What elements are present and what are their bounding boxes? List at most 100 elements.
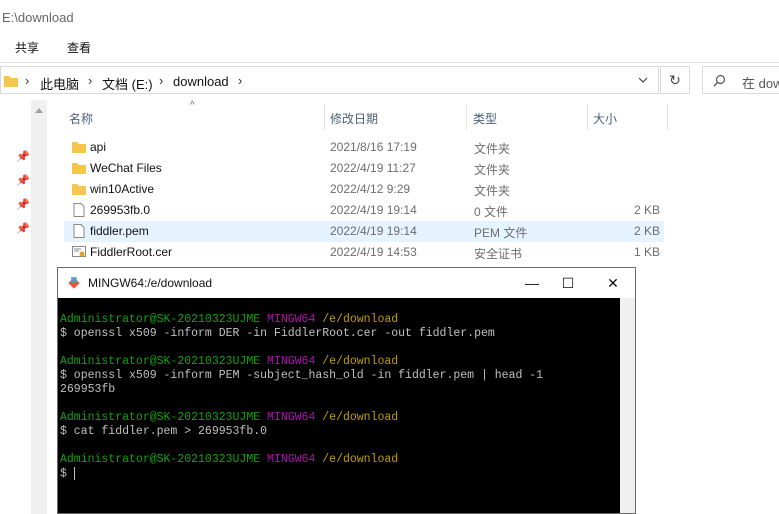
refresh-icon: ↻ [669,72,681,88]
maximize-button[interactable]: ☐ [550,272,586,294]
text-cursor [73,467,75,480]
command-prompt: $ [60,467,74,481]
file-icon [73,224,85,238]
prompt-env: MINGW64 [267,411,316,424]
prompt-env: MINGW64 [267,453,316,466]
command-line: $ cat fiddler.pem > 269953fb.0 [60,425,268,438]
file-date: 2022/4/19 14:53 [330,245,417,259]
pin-icon[interactable]: 📌 [16,150,30,163]
command-line: $ openssl x509 -inform DER -in FiddlerRo… [60,327,495,340]
prompt-user: Administrator@SK-20210323UJME [60,453,261,466]
file-date: 2021/8/16 17:19 [330,140,417,154]
chevron-right-icon: › [238,73,243,88]
terminal-title-bar[interactable]: MINGW64:/e/download — ☐ ✕ [58,268,635,298]
file-date: 2022/4/19 19:14 [330,224,417,238]
certificate-icon [72,246,86,257]
prompt-user: Administrator@SK-20210323UJME [60,313,261,326]
breadcrumb-download[interactable]: download [173,74,229,89]
prompt-path: /e/download [322,411,399,424]
terminal-title: MINGW64:/e/download [88,276,213,290]
file-name: FiddlerRoot.cer [90,245,173,259]
git-bash-icon [68,277,80,289]
file-name: 269953fb.0 [90,203,151,217]
column-header: ^ 名称 修改日期 类型 大小 [60,100,670,130]
file-type: PEM 文件 [474,226,528,240]
prompt-path: /e/download [322,453,399,466]
file-type: 0 文件 [474,205,509,219]
breadcrumb-this-pc[interactable]: 此电脑 [40,74,79,93]
file-type: 文件夹 [474,163,511,177]
column-date[interactable]: 修改日期 [330,110,378,127]
search-input[interactable]: 在 dow [702,66,779,94]
file-type: 文件夹 [474,184,511,198]
file-name: api [90,140,107,154]
folder-icon [4,76,18,87]
prompt-line: Administrator@SK-20210323UJME MINGW64 /e… [60,453,398,466]
ribbon: 共享 查看 [0,34,779,63]
file-date: 2022/4/19 19:14 [330,203,417,217]
search-icon [713,74,726,87]
file-row[interactable]: api 2021/8/16 17:19 文件夹 [64,137,664,158]
column-divider[interactable] [587,104,588,130]
file-date: 2022/4/12 9:29 [330,182,411,196]
prompt-user: Administrator@SK-20210323UJME [60,411,261,424]
folder-icon [72,142,86,153]
ribbon-tab-share[interactable]: 共享 [15,39,39,56]
column-type[interactable]: 类型 [473,110,497,127]
column-divider[interactable] [667,104,668,130]
minimize-button[interactable]: — [514,272,550,294]
pin-icon[interactable]: 📌 [16,222,30,235]
folder-icon [72,184,86,195]
column-name[interactable]: 名称 [69,110,93,127]
command-output: 269953fb [60,383,116,396]
close-button[interactable]: ✕ [595,272,631,294]
file-name: WeChat Files [90,161,162,175]
file-size: 1 KB [633,245,660,259]
file-row[interactable]: FiddlerRoot.cer 2022/4/19 14:53 安全证书 1 K… [64,242,664,263]
file-size: 2 KB [633,203,660,217]
prompt-path: /e/download [322,313,399,326]
column-divider[interactable] [324,104,325,130]
terminal-scrollbar[interactable] [620,298,635,513]
column-size[interactable]: 大小 [593,110,617,127]
prompt-line: Administrator@SK-20210323UJME MINGW64 /e… [60,313,398,326]
pin-icon[interactable]: 📌 [16,174,30,187]
chevron-right-icon: › [25,73,30,88]
command-line[interactable]: $ [60,467,75,481]
scroll-up-icon[interactable] [35,108,43,113]
file-row[interactable]: 269953fb.0 2022/4/19 19:14 0 文件 2 KB [64,200,664,221]
file-row[interactable]: win10Active 2022/4/12 9:29 文件夹 [64,179,664,200]
sort-ascending-icon: ^ [190,100,195,111]
folder-icon [72,163,86,174]
window-title: E:\download [2,10,74,25]
file-row[interactable]: WeChat Files 2022/4/19 11:27 文件夹 [64,158,664,179]
explorer-title-bar: E:\download [0,0,779,34]
ribbon-tab-view[interactable]: 查看 [67,39,91,56]
file-name: fiddler.pem [90,224,149,238]
prompt-line: Administrator@SK-20210323UJME MINGW64 /e… [60,411,398,424]
command-line: $ openssl x509 -inform PEM -subject_hash… [60,369,544,382]
chevron-right-icon: › [159,73,164,88]
terminal-window[interactable]: MINGW64:/e/download — ☐ ✕ Administrator@… [57,267,636,514]
chevron-right-icon: › [88,73,93,88]
breadcrumb-drive-e[interactable]: 文档 (E:) [102,74,153,93]
file-date: 2022/4/19 11:27 [330,161,416,175]
pin-icon[interactable]: 📌 [16,198,30,211]
file-type: 安全证书 [474,247,523,261]
prompt-user: Administrator@SK-20210323UJME [60,355,261,368]
chevron-down-icon[interactable] [638,77,648,84]
column-divider[interactable] [466,104,467,130]
refresh-button[interactable]: ↻ [660,66,690,94]
address-bar[interactable]: › 此电脑 › 文档 (E:) › download › [0,66,659,94]
navigation-scrollbar[interactable] [31,100,47,514]
search-placeholder: 在 dow [742,76,779,91]
prompt-env: MINGW64 [267,313,316,326]
file-row-selected[interactable]: fiddler.pem 2022/4/19 19:14 PEM 文件 2 KB [64,221,664,242]
file-icon [73,203,85,217]
terminal-body[interactable]: Administrator@SK-20210323UJME MINGW64 /e… [58,298,620,513]
file-type: 文件夹 [474,142,511,156]
file-name: win10Active [90,182,155,196]
prompt-path: /e/download [322,355,399,368]
prompt-env: MINGW64 [267,355,316,368]
address-row: › 此电脑 › 文档 (E:) › download › ↻ 在 dow [0,65,779,97]
